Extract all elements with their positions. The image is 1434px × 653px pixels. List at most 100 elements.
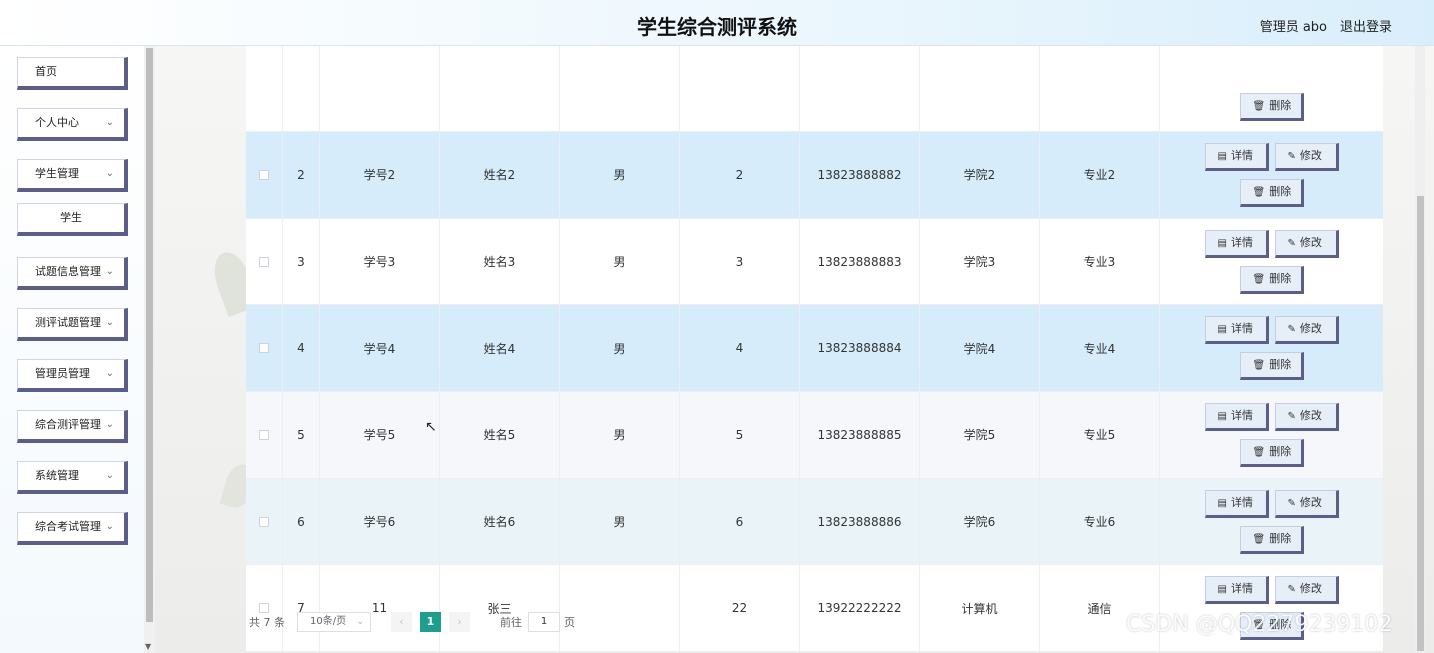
cell-no: 学号2 <box>320 132 440 218</box>
edit-button[interactable]: ✎ 修改 <box>1274 402 1339 431</box>
chevron-down-icon: ⌄ <box>105 117 114 128</box>
cell-phone: 13922222222 <box>800 565 920 652</box>
page-size-select[interactable]: 10条/页 ⌄ <box>297 612 371 632</box>
delete-button[interactable]: 🗑 删除 <box>1239 438 1304 467</box>
edit-pencil-icon: ✎ <box>1287 150 1296 162</box>
edit-button[interactable]: ✎ 修改 <box>1274 489 1339 518</box>
sidebar-item[interactable]: 试题信息管理 ⌄ <box>17 257 128 290</box>
cell-no: 学号3 <box>320 218 440 305</box>
document-icon: ▤ <box>1217 497 1227 509</box>
document-icon: ▤ <box>1217 410 1227 422</box>
row-checkbox[interactable] <box>259 169 269 180</box>
delete-button[interactable]: 🗑 删除 <box>1239 93 1304 121</box>
cell-age: 4 <box>680 305 800 392</box>
cell-age: 3 <box>680 218 800 305</box>
cell-phone: 13823888883 <box>800 218 920 305</box>
page-title: 学生综合测评系统 <box>637 15 797 39</box>
prev-page-button[interactable]: ‹ <box>391 612 412 632</box>
row-checkbox[interactable] <box>259 429 269 440</box>
table-row: 4 学号4 姓名4 男 4 13823888884 学院4 专业4 ▤ 详情 ✎ 修改 🗑 删除 <box>246 305 1383 393</box>
trash-icon: 🗑 <box>1252 186 1266 198</box>
edit-button[interactable]: ✎ 修改 <box>1274 316 1339 345</box>
trash-icon: 🗑 <box>1252 360 1266 372</box>
trash-icon: 🗑 <box>1252 101 1266 112</box>
sidebar-item-label: 首页 <box>35 65 57 78</box>
sidebar-item[interactable]: 综合考试管理 ⌄ <box>17 512 128 545</box>
scroll-down-arrow-icon[interactable]: ▼ <box>145 642 151 651</box>
sidebar-item[interactable]: 管理员管理 ⌄ <box>17 359 128 392</box>
delete-button[interactable]: 🗑 删除 <box>1239 525 1304 554</box>
cell-college: 学院6 <box>920 478 1040 565</box>
delete-button[interactable]: 🗑 删除 <box>1239 178 1304 207</box>
cell-major: 专业3 <box>1040 218 1160 305</box>
cell-major: 专业6 <box>1040 478 1160 565</box>
document-icon: ▤ <box>1217 584 1227 596</box>
cell-college: 学院2 <box>920 132 1040 218</box>
cell-sex: 男 <box>560 132 680 218</box>
next-page-button[interactable]: › <box>449 612 470 632</box>
logout-link[interactable]: 退出登录 <box>1340 16 1392 35</box>
cell-name: 姓名2 <box>440 132 560 218</box>
row-checkbox[interactable] <box>259 343 269 354</box>
sidebar-item[interactable]: 学生 <box>17 203 128 236</box>
detail-button[interactable]: ▤ 详情 <box>1204 576 1269 605</box>
cell-age: 5 <box>680 392 800 478</box>
chevron-down-icon: ⌄ <box>105 317 114 328</box>
cell-phone: 13823888884 <box>800 305 920 392</box>
goto-label: 前往 <box>500 616 522 629</box>
edit-button[interactable]: ✎ 修改 <box>1274 576 1339 605</box>
edit-button[interactable]: ✎ 修改 <box>1274 142 1339 171</box>
table-row: 6 学号6 姓名6 男 6 13823888886 学院6 专业6 ▤ 详情 ✎ 修改 🗑 删除 <box>246 478 1383 566</box>
cell-age: 6 <box>680 478 800 565</box>
mouse-cursor-icon: ↖ <box>425 419 437 435</box>
edit-pencil-icon: ✎ <box>1287 497 1296 509</box>
detail-button[interactable]: ▤ 详情 <box>1204 316 1269 345</box>
row-checkbox[interactable] <box>259 516 269 527</box>
sidebar-item-label: 管理员管理 <box>35 367 90 380</box>
cell-sex: 男 <box>560 478 680 565</box>
chevron-down-icon: ⌄ <box>356 617 364 627</box>
cell-name: 张三 <box>440 565 560 652</box>
cell-major: 专业5 <box>1040 392 1160 478</box>
document-icon: ▤ <box>1217 324 1227 336</box>
detail-button[interactable]: ▤ 详情 <box>1204 142 1269 171</box>
cell-college: 学院3 <box>920 218 1040 305</box>
cell-major: 专业4 <box>1040 305 1160 392</box>
goto-page-input[interactable]: 1 <box>528 612 560 632</box>
detail-button[interactable]: ▤ 详情 <box>1204 402 1269 431</box>
sidebar-item[interactable]: 系统管理 ⌄ <box>17 461 128 494</box>
cell-no: 学号5 <box>320 392 440 478</box>
edit-button[interactable]: ✎ 修改 <box>1274 229 1339 258</box>
delete-button[interactable]: 🗑 删除 <box>1239 265 1304 294</box>
sidebar-item[interactable]: 测评试题管理 ⌄ <box>17 308 128 341</box>
cell-phone: 13823888886 <box>800 478 920 565</box>
document-icon: ▤ <box>1217 150 1227 162</box>
delete-button[interactable]: 🗑 删除 <box>1239 352 1304 381</box>
sidebar-item-label: 综合考试管理 <box>35 520 101 533</box>
sidebar-item[interactable]: 综合测评管理 ⌄ <box>17 410 128 443</box>
table-row: 7 11 张三 22 13922222222 计算机 通信 ▤ 详情 ✎ 修改 🗑 删除 <box>246 565 1383 653</box>
cell-sex: 男 <box>560 218 680 305</box>
sidebar-scroll-thumb[interactable] <box>146 48 153 622</box>
main-scroll-thumb[interactable] <box>1417 196 1424 651</box>
cell-college: 学院4 <box>920 305 1040 392</box>
detail-button[interactable]: ▤ 详情 <box>1204 489 1269 518</box>
sidebar-item[interactable]: 学生管理 ⌄ <box>17 159 128 192</box>
row-checkbox[interactable] <box>259 256 269 267</box>
sidebar-item[interactable]: 首页 <box>17 57 128 90</box>
current-page[interactable]: 1 <box>420 612 441 632</box>
row-index: 2 <box>283 132 320 218</box>
cell-college: 学院5 <box>920 392 1040 478</box>
sidebar-item[interactable]: 个人中心 ⌄ <box>17 108 128 141</box>
cell-no: 11 <box>320 565 440 652</box>
sidebar: 首页个人中心 ⌄ 学生管理 ⌄ 学生试题信息管理 ⌄ 测评试题管理 ⌄ 管理员管理 ⌄ 综合测评管理… <box>0 46 155 653</box>
chevron-down-icon: ⌄ <box>105 368 114 379</box>
table-row: 5 学号5 姓名5 男 5 13823888885 学院5 专业5 ▤ 详情 ✎ 修改 🗑 删除 <box>246 392 1383 479</box>
detail-button[interactable]: ▤ 详情 <box>1204 229 1269 258</box>
table-row: 3 学号3 姓名3 男 3 13823888883 学院3 专业3 ▤ 详情 ✎ 修改 🗑 删除 <box>246 218 1383 306</box>
chevron-down-icon: ⌄ <box>105 168 114 179</box>
cell-name: 姓名4 <box>440 305 560 392</box>
row-index: 5 <box>283 392 320 478</box>
main-content: 🗑 删除 2 学号2 姓名2 男 2 13823888882 学院2 专业2 ▤ 详情 ✎ 修改 🗑 删除 3… <box>155 46 1434 653</box>
chevron-down-icon: ⌄ <box>105 266 114 277</box>
